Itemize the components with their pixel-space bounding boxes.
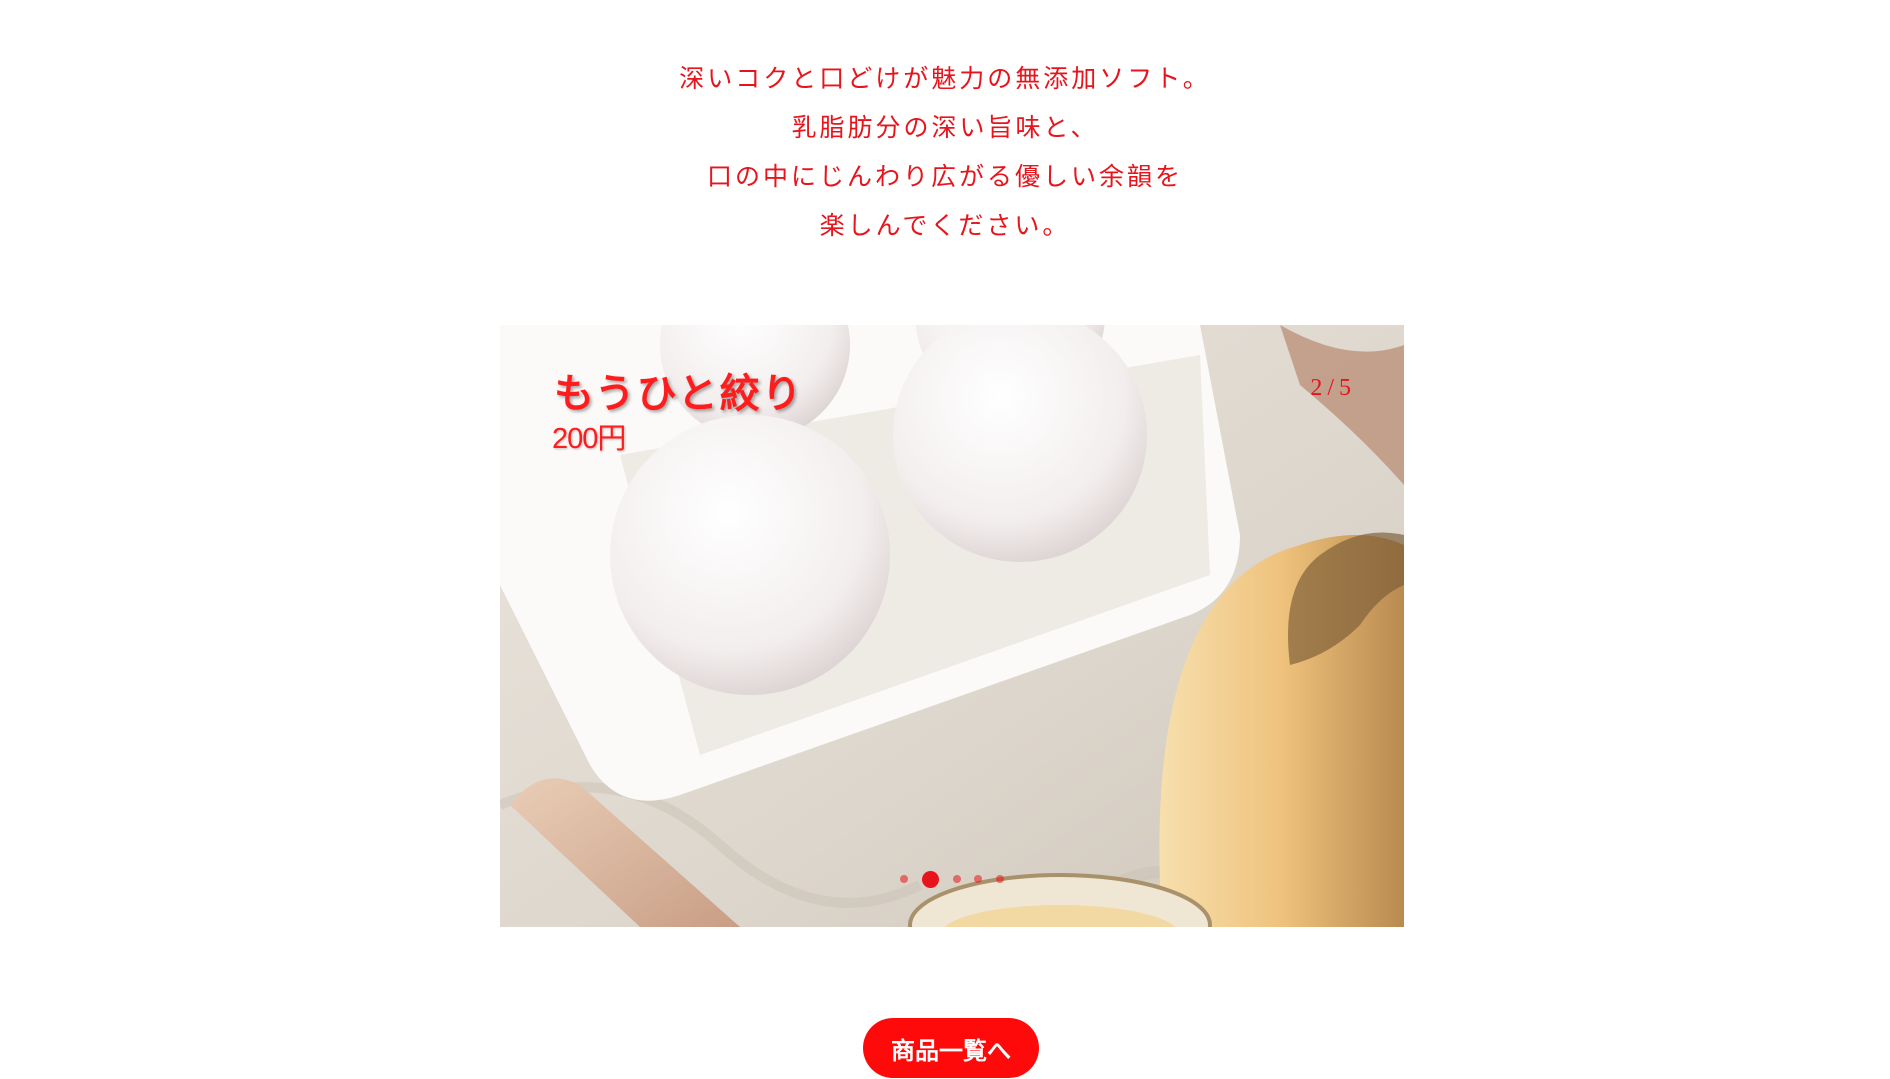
intro-line-1: 深いコクと口どけが魅力の無添加ソフト。: [679, 64, 1211, 93]
counter-current: 2: [1310, 375, 1324, 401]
product-list-button[interactable]: 商品一覧へ: [863, 1018, 1039, 1078]
pagination-dot-1[interactable]: [900, 875, 908, 883]
product-name: もうひと絞り: [554, 370, 804, 417]
slide-counter: 2/5: [1310, 375, 1352, 402]
pagination-dot-3[interactable]: [952, 875, 961, 883]
intro-line-4: 楽しんでください。: [819, 211, 1071, 240]
product-slider[interactable]: もうひと絞り 200円 2/5: [500, 325, 1404, 927]
pagination-dot-2[interactable]: [921, 870, 939, 888]
intro-line-3: 口の中にじんわり広がる優しい余韻を: [706, 162, 1183, 191]
counter-separator: /: [1327, 375, 1335, 401]
pagination-dot-5[interactable]: [996, 875, 1004, 883]
pagination-dot-4[interactable]: [974, 875, 983, 883]
product-price: 200円: [552, 423, 626, 455]
intro-text: 深いコクと口どけが魅力の無添加ソフト。 乳脂肪分の深い旨味と、 口の中にじんわり…: [0, 58, 1890, 254]
counter-total: 5: [1339, 375, 1352, 401]
intro-line-2: 乳脂肪分の深い旨味と、: [791, 113, 1099, 142]
slider-pagination: [900, 867, 1004, 891]
